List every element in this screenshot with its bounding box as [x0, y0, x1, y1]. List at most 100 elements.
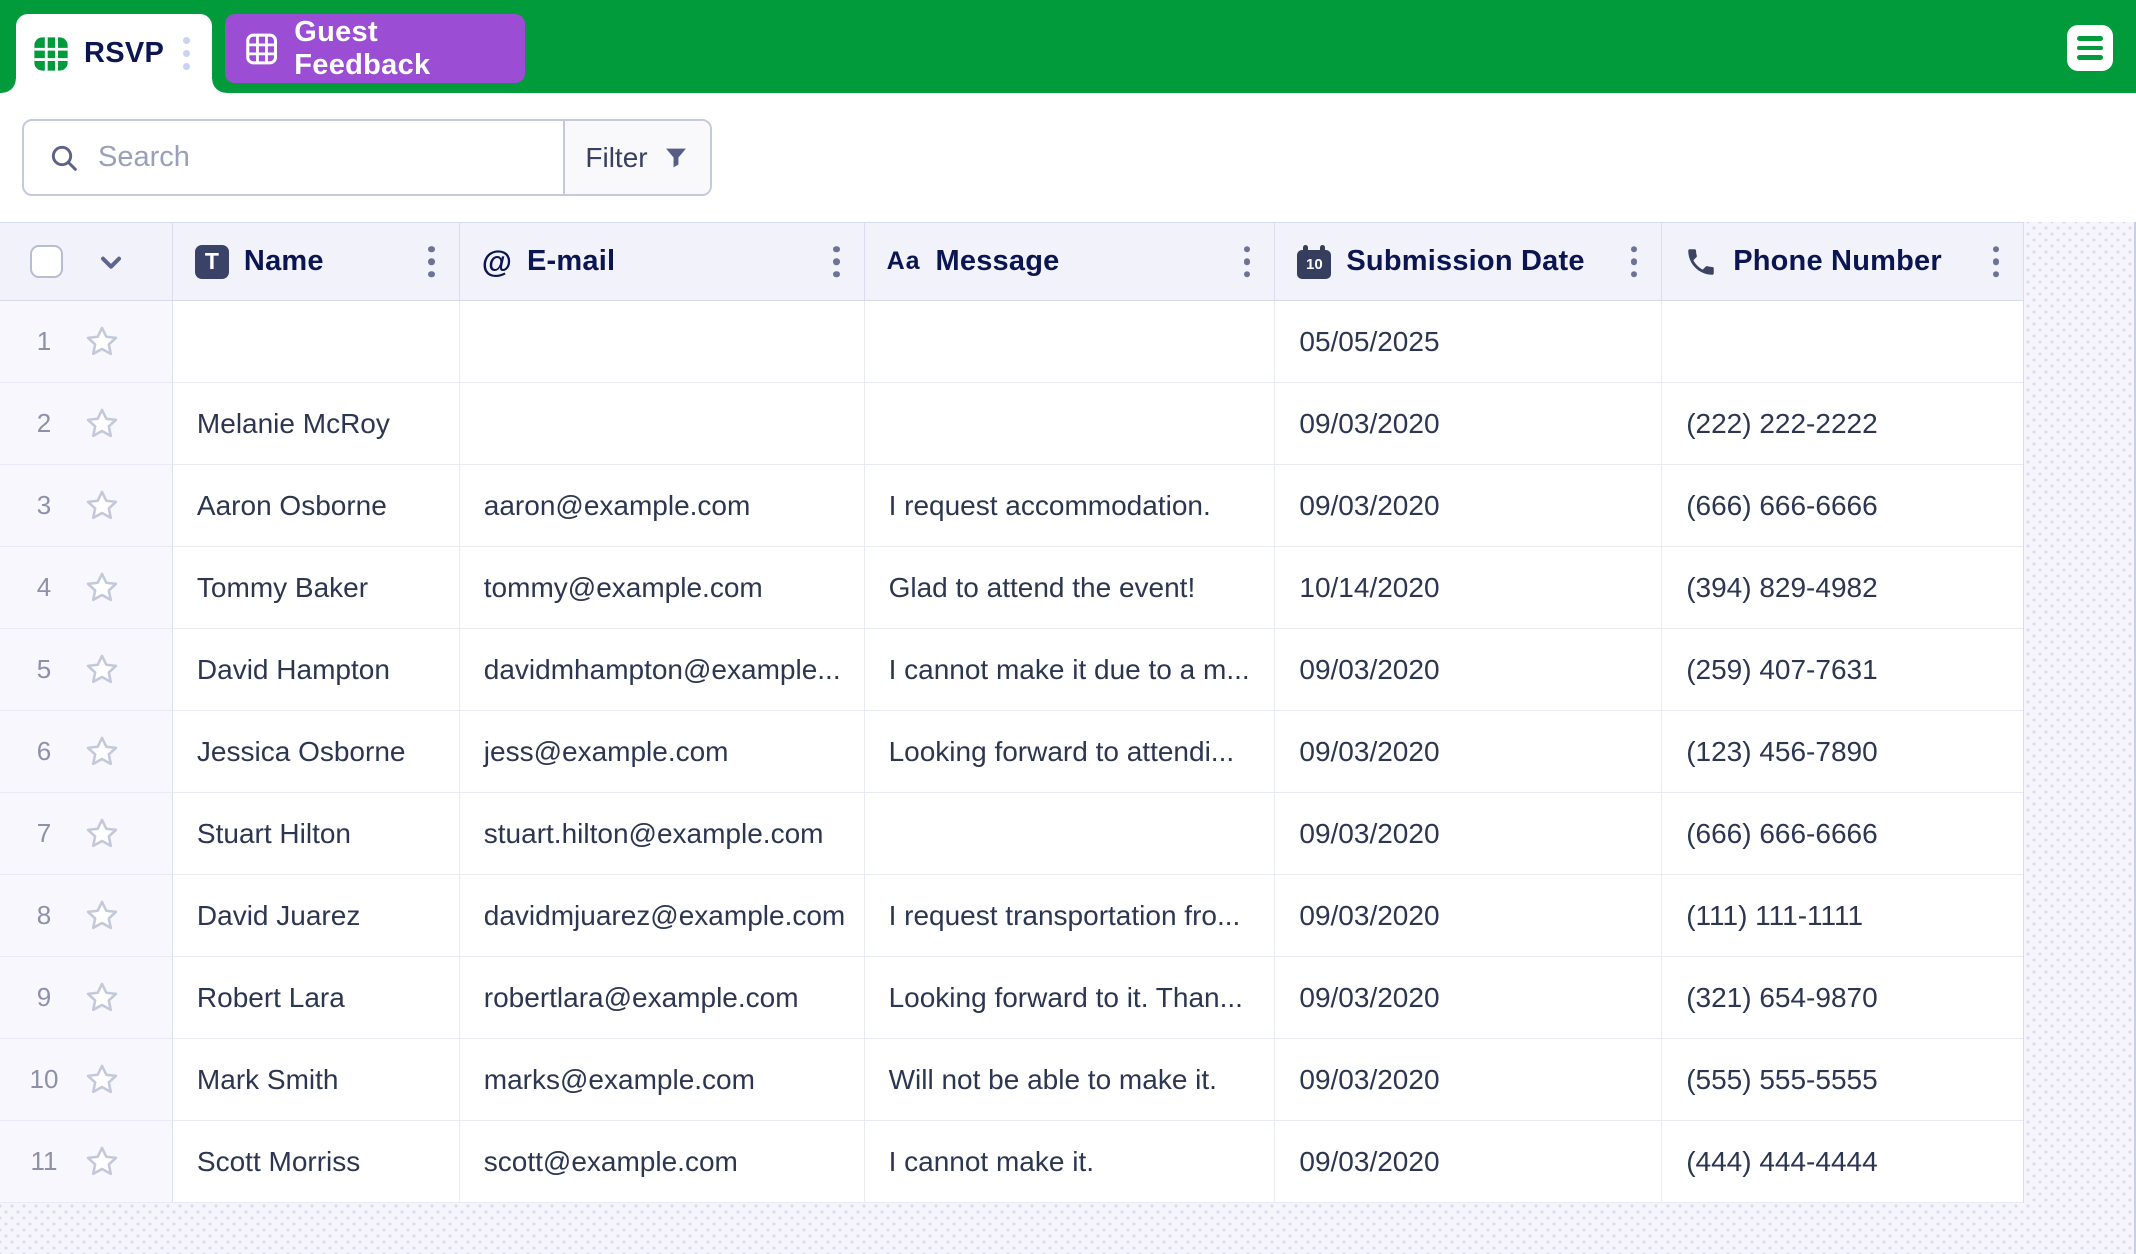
- select-all-checkbox[interactable]: [30, 245, 63, 278]
- row-select-cell[interactable]: 5: [0, 629, 173, 710]
- message-cell[interactable]: Will not be able to make it.: [865, 1039, 1276, 1120]
- row-select-cell[interactable]: 8: [0, 875, 173, 956]
- column-header-submission-date[interactable]: 10 Submission Date: [1275, 223, 1662, 300]
- name-cell[interactable]: [173, 301, 460, 382]
- submission-date-cell[interactable]: 09/03/2020: [1275, 793, 1662, 874]
- phone-number-cell[interactable]: (321) 654-9870: [1662, 957, 2023, 1038]
- row-select-cell[interactable]: 10: [0, 1039, 173, 1120]
- column-menu-kebab-icon[interactable]: [424, 242, 439, 282]
- star-icon[interactable]: [84, 734, 120, 770]
- row-select-cell[interactable]: 9: [0, 957, 173, 1038]
- phone-number-cell[interactable]: (222) 222-2222: [1662, 383, 2023, 464]
- submission-date-cell[interactable]: 09/03/2020: [1275, 957, 1662, 1038]
- submission-date-cell[interactable]: 09/03/2020: [1275, 1121, 1662, 1202]
- row-select-cell[interactable]: 3: [0, 465, 173, 546]
- email-cell[interactable]: scott@example.com: [460, 1121, 865, 1202]
- name-cell[interactable]: Scott Morriss: [173, 1121, 460, 1202]
- star-icon[interactable]: [84, 406, 120, 442]
- message-cell[interactable]: [865, 301, 1276, 382]
- row-select-cell[interactable]: 2: [0, 383, 173, 464]
- name-cell[interactable]: Aaron Osborne: [173, 465, 460, 546]
- email-cell[interactable]: tommy@example.com: [460, 547, 865, 628]
- name-cell[interactable]: Stuart Hilton: [173, 793, 460, 874]
- column-header-phone-number[interactable]: Phone Number: [1662, 223, 2023, 300]
- name-cell[interactable]: Tommy Baker: [173, 547, 460, 628]
- message-cell[interactable]: Looking forward to attendi...: [865, 711, 1276, 792]
- name-cell[interactable]: David Hampton: [173, 629, 460, 710]
- message-cell[interactable]: I cannot make it.: [865, 1121, 1276, 1202]
- star-icon[interactable]: [84, 488, 120, 524]
- star-icon[interactable]: [84, 1062, 120, 1098]
- phone-number-cell[interactable]: (123) 456-7890: [1662, 711, 2023, 792]
- email-cell[interactable]: davidmhampton@example...: [460, 629, 865, 710]
- name-cell[interactable]: David Juarez: [173, 875, 460, 956]
- column-menu-kebab-icon[interactable]: [1240, 242, 1255, 282]
- email-cell[interactable]: davidmjuarez@example.com: [460, 875, 865, 956]
- name-cell[interactable]: Mark Smith: [173, 1039, 460, 1120]
- table-row: 9 Robert Lara robertlara@example.com Loo…: [0, 957, 2023, 1039]
- submission-date-cell[interactable]: 10/14/2020: [1275, 547, 1662, 628]
- table-row: 10 Mark Smith marks@example.com Will not…: [0, 1039, 2023, 1121]
- search-box[interactable]: [24, 121, 563, 194]
- star-icon[interactable]: [84, 980, 120, 1016]
- table-row: 8 David Juarez davidmjuarez@example.com …: [0, 875, 2023, 957]
- star-icon[interactable]: [84, 570, 120, 606]
- email-cell[interactable]: jess@example.com: [460, 711, 865, 792]
- submission-date-cell[interactable]: 09/03/2020: [1275, 465, 1662, 546]
- row-select-cell[interactable]: 11: [0, 1121, 173, 1202]
- phone-number-cell[interactable]: [1662, 301, 2023, 382]
- filter-button[interactable]: Filter: [563, 121, 710, 194]
- email-cell[interactable]: marks@example.com: [460, 1039, 865, 1120]
- star-icon[interactable]: [84, 816, 120, 852]
- star-icon[interactable]: [84, 898, 120, 934]
- phone-number-cell[interactable]: (666) 666-6666: [1662, 465, 2023, 546]
- row-select-cell[interactable]: 4: [0, 547, 173, 628]
- name-cell[interactable]: Jessica Osborne: [173, 711, 460, 792]
- message-cell[interactable]: I cannot make it due to a m...: [865, 629, 1276, 710]
- phone-number-cell[interactable]: (444) 444-4444: [1662, 1121, 2023, 1202]
- message-cell[interactable]: [865, 383, 1276, 464]
- table-header-row: T Name @ E-mail Aa Message 10 Submission…: [0, 222, 2023, 301]
- tab-menu-kebab-icon[interactable]: [179, 33, 194, 74]
- star-icon[interactable]: [84, 1144, 120, 1180]
- message-cell[interactable]: Looking forward to it. Than...: [865, 957, 1276, 1038]
- column-header-name[interactable]: T Name: [173, 223, 460, 300]
- phone-number-cell[interactable]: (666) 666-6666: [1662, 793, 2023, 874]
- column-header-email[interactable]: @ E-mail: [460, 223, 865, 300]
- phone-number-cell[interactable]: (394) 829-4982: [1662, 547, 2023, 628]
- submission-date-cell[interactable]: 09/03/2020: [1275, 383, 1662, 464]
- email-cell[interactable]: [460, 383, 865, 464]
- column-menu-kebab-icon[interactable]: [1989, 242, 2004, 282]
- email-cell[interactable]: robertlara@example.com: [460, 957, 865, 1038]
- submission-date-cell[interactable]: 09/03/2020: [1275, 629, 1662, 710]
- star-icon[interactable]: [84, 652, 120, 688]
- star-icon[interactable]: [84, 324, 120, 360]
- row-select-cell[interactable]: 1: [0, 301, 173, 382]
- message-cell[interactable]: [865, 793, 1276, 874]
- submission-date-cell[interactable]: 09/03/2020: [1275, 1039, 1662, 1120]
- phone-number-cell[interactable]: (555) 555-5555: [1662, 1039, 2023, 1120]
- email-cell[interactable]: [460, 301, 865, 382]
- hamburger-menu-button[interactable]: [2067, 25, 2113, 71]
- email-cell[interactable]: aaron@example.com: [460, 465, 865, 546]
- phone-number-cell[interactable]: (111) 111-1111: [1662, 875, 2023, 956]
- name-cell[interactable]: Robert Lara: [173, 957, 460, 1038]
- message-cell[interactable]: Glad to attend the event!: [865, 547, 1276, 628]
- submission-date-cell[interactable]: 09/03/2020: [1275, 711, 1662, 792]
- column-menu-kebab-icon[interactable]: [829, 242, 844, 282]
- column-menu-kebab-icon[interactable]: [1627, 242, 1642, 282]
- phone-number-cell[interactable]: (259) 407-7631: [1662, 629, 2023, 710]
- email-cell[interactable]: stuart.hilton@example.com: [460, 793, 865, 874]
- row-select-cell[interactable]: 7: [0, 793, 173, 874]
- column-header-message[interactable]: Aa Message: [865, 223, 1276, 300]
- tab-rsvp[interactable]: RSVP: [16, 14, 212, 93]
- submission-date-cell[interactable]: 05/05/2025: [1275, 301, 1662, 382]
- message-cell[interactable]: I request accommodation.: [865, 465, 1276, 546]
- message-cell[interactable]: I request transportation fro...: [865, 875, 1276, 956]
- submission-date-cell[interactable]: 09/03/2020: [1275, 875, 1662, 956]
- chevron-down-icon[interactable]: [95, 246, 127, 278]
- row-select-cell[interactable]: 6: [0, 711, 173, 792]
- name-cell[interactable]: Melanie McRoy: [173, 383, 460, 464]
- tab-guest-feedback[interactable]: Guest Feedback: [225, 14, 525, 83]
- search-input[interactable]: [98, 141, 518, 174]
